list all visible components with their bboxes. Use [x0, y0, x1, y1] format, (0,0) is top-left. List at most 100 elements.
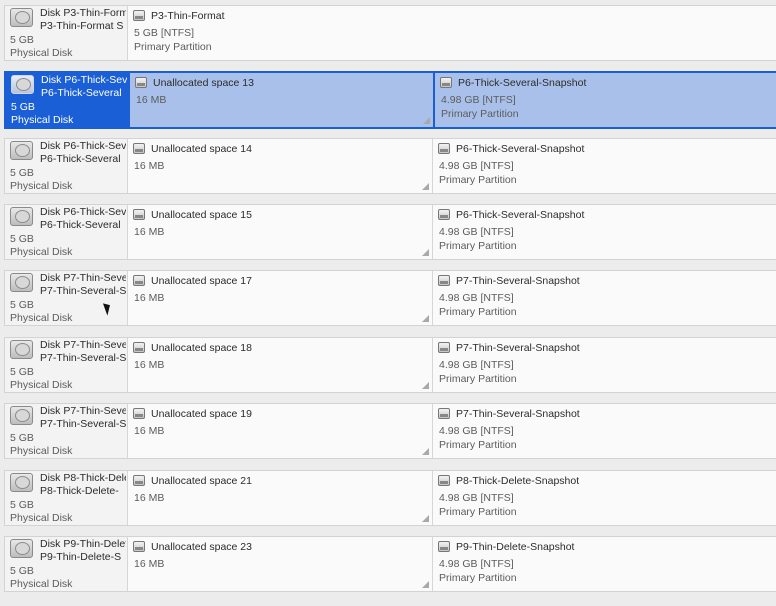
partition-icon: [438, 408, 450, 419]
disk-type: Physical Disk: [11, 114, 74, 126]
partition-name: Unallocated space 23: [151, 541, 252, 553]
partition-size: 16 MB: [134, 292, 165, 304]
resize-grip-icon[interactable]: [422, 448, 429, 455]
disk-info[interactable]: Disk P3-Thin-FormatP3-Thin-Format S 5 GBP…: [5, 6, 127, 60]
partition-name: Unallocated space 17: [151, 275, 252, 287]
partition-icon: [440, 77, 452, 88]
disk-volume-name: P7-Thin-Several-S: [40, 418, 126, 430]
disk-info[interactable]: Disk P7-Thin-SeveralP7-Thin-Several-S 5 G…: [5, 338, 127, 392]
partition-type: Primary Partition: [439, 439, 517, 451]
disk-row[interactable]: Disk P9-Thin-Delete P9-Thin-Delete-S 5 GB P…: [4, 536, 776, 592]
disk-type: Physical Disk: [10, 312, 73, 324]
disk-type: Physical Disk: [10, 47, 73, 59]
partition-size: 16 MB: [136, 94, 167, 106]
disk-volume-name: P9-Thin-Delete-S: [40, 551, 122, 563]
hard-disk-icon: [10, 406, 33, 425]
disk-name: Disk P7-Thin-Several: [40, 339, 126, 351]
disk-size: 5 GB: [10, 34, 34, 46]
partition-block[interactable]: P6-Thick-Several-Snapshot 4.98 GB [NTFS] P…: [433, 73, 776, 127]
partition-size: 4.98 GB [NTFS]: [439, 425, 514, 437]
disk-info[interactable]: Disk P9-Thin-Delete P9-Thin-Delete-S 5 GB P…: [5, 537, 127, 591]
disk-row[interactable]: Disk P7-Thin-SeveralP7-Thin-Several-S 5 G…: [4, 270, 776, 326]
disk-row[interactable]: Disk P7-Thin-SeveralP7-Thin-Several-S 5 G…: [4, 403, 776, 459]
partition-block[interactable]: P6-Thick-Several-Snapshot 4.98 GB [NTFS] P…: [432, 205, 776, 259]
partition-block[interactable]: P7-Thin-Several-Snapshot 4.98 GB [NTFS] Pr…: [432, 404, 776, 458]
disk-name: Disk P9-Thin-Delete: [40, 538, 126, 550]
partition-size: 4.98 GB [NTFS]: [441, 94, 516, 106]
disk-size: 5 GB: [10, 299, 34, 311]
partition-type: Primary Partition: [439, 306, 517, 318]
disk-name: Disk P6-Thick-Several: [41, 74, 127, 86]
unallocated-space-block[interactable]: Unallocated space 13 16 MB: [128, 73, 433, 127]
disk-size: 5 GB: [10, 366, 34, 378]
partition-name: P6-Thick-Several-Snapshot: [456, 209, 585, 221]
disk-size: 5 GB: [10, 233, 34, 245]
disk-volume-name: P3-Thin-Format S: [40, 20, 124, 32]
disk-name: Disk P7-Thin-Several: [40, 272, 126, 284]
resize-grip-icon[interactable]: [422, 515, 429, 522]
disk-row[interactable]: Disk P6-Thick-SeveralP6-Thick-Several 5 G…: [4, 138, 776, 194]
partition-name: P6-Thick-Several-Snapshot: [456, 143, 585, 155]
partition-name: P7-Thin-Several-Snapshot: [456, 408, 580, 420]
unallocated-space-block[interactable]: Unallocated space 18 16 MB: [127, 338, 432, 392]
partition-block[interactable]: P8-Thick-Delete-Snapshot 4.98 GB [NTFS] Pr…: [432, 471, 776, 525]
partition-size: 4.98 GB [NTFS]: [439, 359, 514, 371]
partition-type: Primary Partition: [439, 240, 517, 252]
disk-name: Disk P7-Thin-Several: [40, 405, 126, 417]
partition-block[interactable]: P7-Thin-Several-Snapshot 4.98 GB [NTFS] Pr…: [432, 271, 776, 325]
unallocated-space-block[interactable]: Unallocated space 21 16 MB: [127, 471, 432, 525]
disk-info[interactable]: Disk P6-Thick-SeveralP6-Thick-Several 5 G…: [5, 139, 127, 193]
disk-name: Disk P6-Thick-Several: [40, 140, 126, 152]
disk-row[interactable]: Disk P6-Thick-SeveralP6-Thick-Several 5 G…: [4, 71, 776, 129]
disk-size: 5 GB: [10, 565, 34, 577]
resize-grip-icon[interactable]: [423, 117, 430, 124]
partition-icon: [133, 10, 145, 21]
partition-icon: [135, 77, 147, 88]
partition-icon: [133, 475, 145, 486]
resize-grip-icon[interactable]: [422, 183, 429, 190]
disk-info[interactable]: Disk P6-Thick-SeveralP6-Thick-Several 5 G…: [6, 73, 128, 127]
partition-size: 16 MB: [134, 160, 165, 172]
partition-type: Primary Partition: [439, 572, 517, 584]
partition-size: 4.98 GB [NTFS]: [439, 226, 514, 238]
disk-row[interactable]: Disk P8-Thick-DeleteP8-Thick-Delete- 5 GB…: [4, 470, 776, 526]
disk-row[interactable]: Disk P3-Thin-FormatP3-Thin-Format S5 GBP…: [4, 5, 776, 61]
resize-grip-icon[interactable]: [422, 581, 429, 588]
unallocated-space-block[interactable]: Unallocated space 15 16 MB: [127, 205, 432, 259]
disk-info[interactable]: Disk P7-Thin-SeveralP7-Thin-Several-S 5 G…: [5, 404, 127, 458]
hard-disk-icon: [10, 273, 33, 292]
hard-disk-icon: [10, 8, 33, 27]
partition-icon: [133, 275, 145, 286]
partition-block[interactable]: P9-Thin-Delete-Snapshot 4.98 GB [NTFS] Pri…: [432, 537, 776, 591]
resize-grip-icon[interactable]: [422, 315, 429, 322]
disk-name: Disk P3-Thin-Format: [40, 7, 126, 19]
hard-disk-icon: [11, 75, 34, 94]
partition-name: P7-Thin-Several-Snapshot: [456, 275, 580, 287]
disk-info[interactable]: Disk P6-Thick-SeveralP6-Thick-Several 5 G…: [5, 205, 127, 259]
partition-name: P6-Thick-Several-Snapshot: [458, 77, 587, 89]
disk-info[interactable]: Disk P8-Thick-DeleteP8-Thick-Delete- 5 GB…: [5, 471, 127, 525]
partition-name: Unallocated space 13: [153, 77, 254, 89]
disk-row[interactable]: Disk P6-Thick-SeveralP6-Thick-Several 5 G…: [4, 204, 776, 260]
unallocated-space-block[interactable]: Unallocated space 14 16 MB: [127, 139, 432, 193]
partition-block[interactable]: P6-Thick-Several-Snapshot 4.98 GB [NTFS] P…: [432, 139, 776, 193]
hard-disk-icon: [10, 473, 33, 492]
partition-type: Primary Partition: [134, 41, 212, 53]
partition-icon: [438, 143, 450, 154]
disk-row[interactable]: Disk P7-Thin-SeveralP7-Thin-Several-S 5 G…: [4, 337, 776, 393]
disk-volume-name: P6-Thick-Several: [41, 87, 122, 99]
partition-icon: [438, 475, 450, 486]
disk-info[interactable]: Disk P7-Thin-SeveralP7-Thin-Several-S 5 G…: [5, 271, 127, 325]
partition-size: 16 MB: [134, 359, 165, 371]
unallocated-space-block[interactable]: Unallocated space 23 16 MB: [127, 537, 432, 591]
disk-volume-name: P8-Thick-Delete-: [40, 485, 119, 497]
partition-block[interactable]: P7-Thin-Several-Snapshot 4.98 GB [NTFS] Pr…: [432, 338, 776, 392]
unallocated-space-block[interactable]: Unallocated space 19 16 MB: [127, 404, 432, 458]
unallocated-space-block[interactable]: Unallocated space 17 16 MB: [127, 271, 432, 325]
resize-grip-icon[interactable]: [422, 382, 429, 389]
partition-block[interactable]: P3-Thin-Format 5 GB [NTFS] Primary Partiti…: [127, 6, 776, 60]
resize-grip-icon[interactable]: [422, 249, 429, 256]
hard-disk-icon: [10, 340, 33, 359]
partition-size: 4.98 GB [NTFS]: [439, 292, 514, 304]
partition-name: P3-Thin-Format: [151, 10, 225, 22]
